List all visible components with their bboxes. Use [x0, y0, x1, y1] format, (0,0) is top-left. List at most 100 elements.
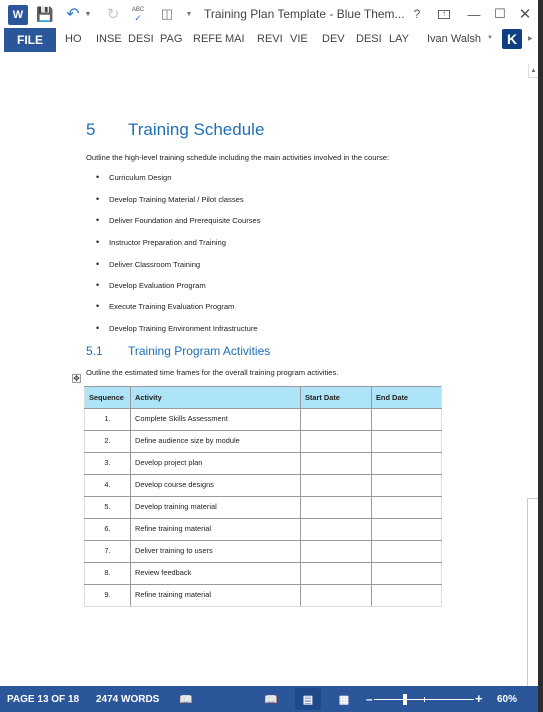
- end-date-cell[interactable]: [371, 474, 442, 497]
- start-date-cell[interactable]: [300, 452, 372, 475]
- table-row: 9. Refine training material: [84, 584, 442, 607]
- ribbon-display-options-button[interactable]: ↑: [433, 4, 455, 24]
- user-dropdown-icon[interactable]: ▼: [487, 35, 493, 41]
- table-row: 2. Define audience size by module: [84, 430, 442, 453]
- subheading-text: Training Program Activities: [128, 344, 271, 358]
- training-activities-table: Sequence Activity Start Date End Date 1.…: [84, 386, 442, 607]
- end-date-cell[interactable]: [371, 562, 442, 585]
- activity-cell[interactable]: Develop training material: [130, 496, 301, 519]
- table-row: 6. Refine training material: [84, 518, 442, 541]
- document-page[interactable]: ▲ 5 Training Schedule Outline the high-le…: [0, 52, 538, 686]
- zoom-level[interactable]: 60%: [497, 694, 517, 705]
- sequence-cell[interactable]: 1.: [84, 408, 131, 431]
- sequence-cell[interactable]: 7.: [84, 540, 131, 563]
- activity-cell[interactable]: Review feedback: [130, 562, 301, 585]
- heading-text: Training Schedule: [128, 120, 265, 139]
- start-date-cell[interactable]: [300, 584, 372, 607]
- activity-cell[interactable]: Develop course designs: [130, 474, 301, 497]
- sequence-cell[interactable]: 4.: [84, 474, 131, 497]
- web-layout-icon[interactable]: ▦: [336, 691, 352, 707]
- title-bar: W 💾 ↶ ▼ ↻ ABC ✓ ◫ ▼ Training Plan Templat…: [0, 0, 538, 28]
- zoom-out-button[interactable]: –: [366, 692, 373, 706]
- table-row: 8. Review feedback: [84, 562, 442, 585]
- sequence-cell[interactable]: 6.: [84, 518, 131, 541]
- ribbon-options-icon: ↑: [438, 9, 450, 19]
- tab-page-layout[interactable]: PAG: [160, 33, 182, 45]
- user-account-name[interactable]: Ivan Walsh: [427, 33, 481, 45]
- undo-icon[interactable]: ↶: [64, 4, 82, 24]
- minimize-button[interactable]: —: [463, 4, 485, 24]
- end-date-cell[interactable]: [371, 584, 442, 607]
- table-move-handle-icon[interactable]: ✥: [72, 374, 81, 383]
- start-date-cell[interactable]: [300, 562, 372, 585]
- heading-number: 5: [86, 120, 96, 139]
- word-app-icon[interactable]: W: [8, 5, 28, 25]
- activity-cell[interactable]: Develop project plan: [130, 452, 301, 475]
- table-row: 1. Complete Skills Assessment: [84, 408, 442, 431]
- table-row: 5. Develop training material: [84, 496, 442, 519]
- tab-review[interactable]: REVI: [257, 33, 283, 45]
- end-date-cell[interactable]: [371, 430, 442, 453]
- activity-cell[interactable]: Complete Skills Assessment: [130, 408, 301, 431]
- zoom-in-button[interactable]: +: [475, 691, 483, 706]
- start-date-cell[interactable]: [300, 540, 372, 563]
- scroll-up-button[interactable]: ▲: [528, 64, 538, 78]
- end-date-cell[interactable]: [371, 518, 442, 541]
- redo-icon[interactable]: ↻: [104, 4, 122, 24]
- tab-mailings[interactable]: MAI: [225, 33, 245, 45]
- start-date-cell[interactable]: [300, 408, 372, 431]
- word-count[interactable]: 2474 WORDS: [96, 694, 159, 705]
- ribbon-tabs: FILE HO INSE DESI PAG REFE MAI REVI VIE …: [0, 28, 538, 52]
- table-header-row: Sequence Activity Start Date End Date: [84, 386, 442, 409]
- read-mode-icon[interactable]: 📖: [263, 691, 279, 707]
- tab-file[interactable]: FILE: [4, 28, 56, 52]
- tab-references[interactable]: REFE: [193, 33, 222, 45]
- tab-insert[interactable]: INSE: [96, 33, 122, 45]
- end-date-cell[interactable]: [371, 540, 442, 563]
- close-button[interactable]: ✕: [514, 4, 536, 24]
- undo-dropdown-icon[interactable]: ▼: [84, 4, 92, 24]
- proofing-book-icon[interactable]: 📖: [178, 691, 194, 707]
- sequence-cell[interactable]: 8.: [84, 562, 131, 585]
- tab-table-design[interactable]: DESI: [356, 33, 382, 45]
- tab-developer[interactable]: DEV: [322, 33, 345, 45]
- activity-cell[interactable]: Deliver training to users: [130, 540, 301, 563]
- tab-view[interactable]: VIE: [290, 33, 308, 45]
- subheading-number: 5.1: [86, 344, 103, 358]
- help-button[interactable]: ?: [406, 4, 428, 24]
- start-date-cell[interactable]: [300, 518, 372, 541]
- spelling-check-icon[interactable]: ABC ✓: [128, 4, 148, 24]
- tab-design[interactable]: DESI: [128, 33, 154, 45]
- word-window: W 💾 ↶ ▼ ↻ ABC ✓ ◫ ▼ Training Plan Templat…: [0, 0, 538, 712]
- activity-cell[interactable]: Refine training material: [130, 518, 301, 541]
- end-date-cell[interactable]: [371, 496, 442, 519]
- print-layout-icon[interactable]: ▤: [295, 688, 321, 710]
- vertical-scrollbar-thumb[interactable]: [527, 498, 538, 686]
- ribbon-scroll-right-icon[interactable]: ▶: [528, 35, 533, 42]
- sequence-cell[interactable]: 5.: [84, 496, 131, 519]
- layout-icon[interactable]: ◫: [158, 4, 176, 24]
- page-count[interactable]: PAGE 13 OF 18: [7, 694, 79, 705]
- end-date-cell[interactable]: [371, 408, 442, 431]
- tab-table-layout[interactable]: LAY: [389, 33, 409, 45]
- sequence-cell[interactable]: 3.: [84, 452, 131, 475]
- header-end-date: End Date: [371, 386, 442, 409]
- header-start-date: Start Date: [300, 386, 372, 409]
- start-date-cell[interactable]: [300, 496, 372, 519]
- tab-home[interactable]: HO: [65, 33, 82, 45]
- heading-training-schedule: 5 Training Schedule: [86, 120, 264, 140]
- start-date-cell[interactable]: [300, 474, 372, 497]
- avatar[interactable]: K: [502, 29, 522, 49]
- end-date-cell[interactable]: [371, 452, 442, 475]
- activity-cell[interactable]: Refine training material: [130, 584, 301, 607]
- table-row: 4. Develop course designs: [84, 474, 442, 497]
- sequence-cell[interactable]: 2.: [84, 430, 131, 453]
- save-icon[interactable]: 💾: [36, 4, 54, 24]
- activity-cell[interactable]: Define audience size by module: [130, 430, 301, 453]
- zoom-slider-thumb[interactable]: [403, 694, 407, 705]
- maximize-button[interactable]: ☐: [489, 4, 511, 24]
- start-date-cell[interactable]: [300, 430, 372, 453]
- customize-quick-access-icon[interactable]: ▼: [185, 4, 193, 24]
- sequence-cell[interactable]: 9.: [84, 584, 131, 607]
- header-activity: Activity: [130, 386, 301, 409]
